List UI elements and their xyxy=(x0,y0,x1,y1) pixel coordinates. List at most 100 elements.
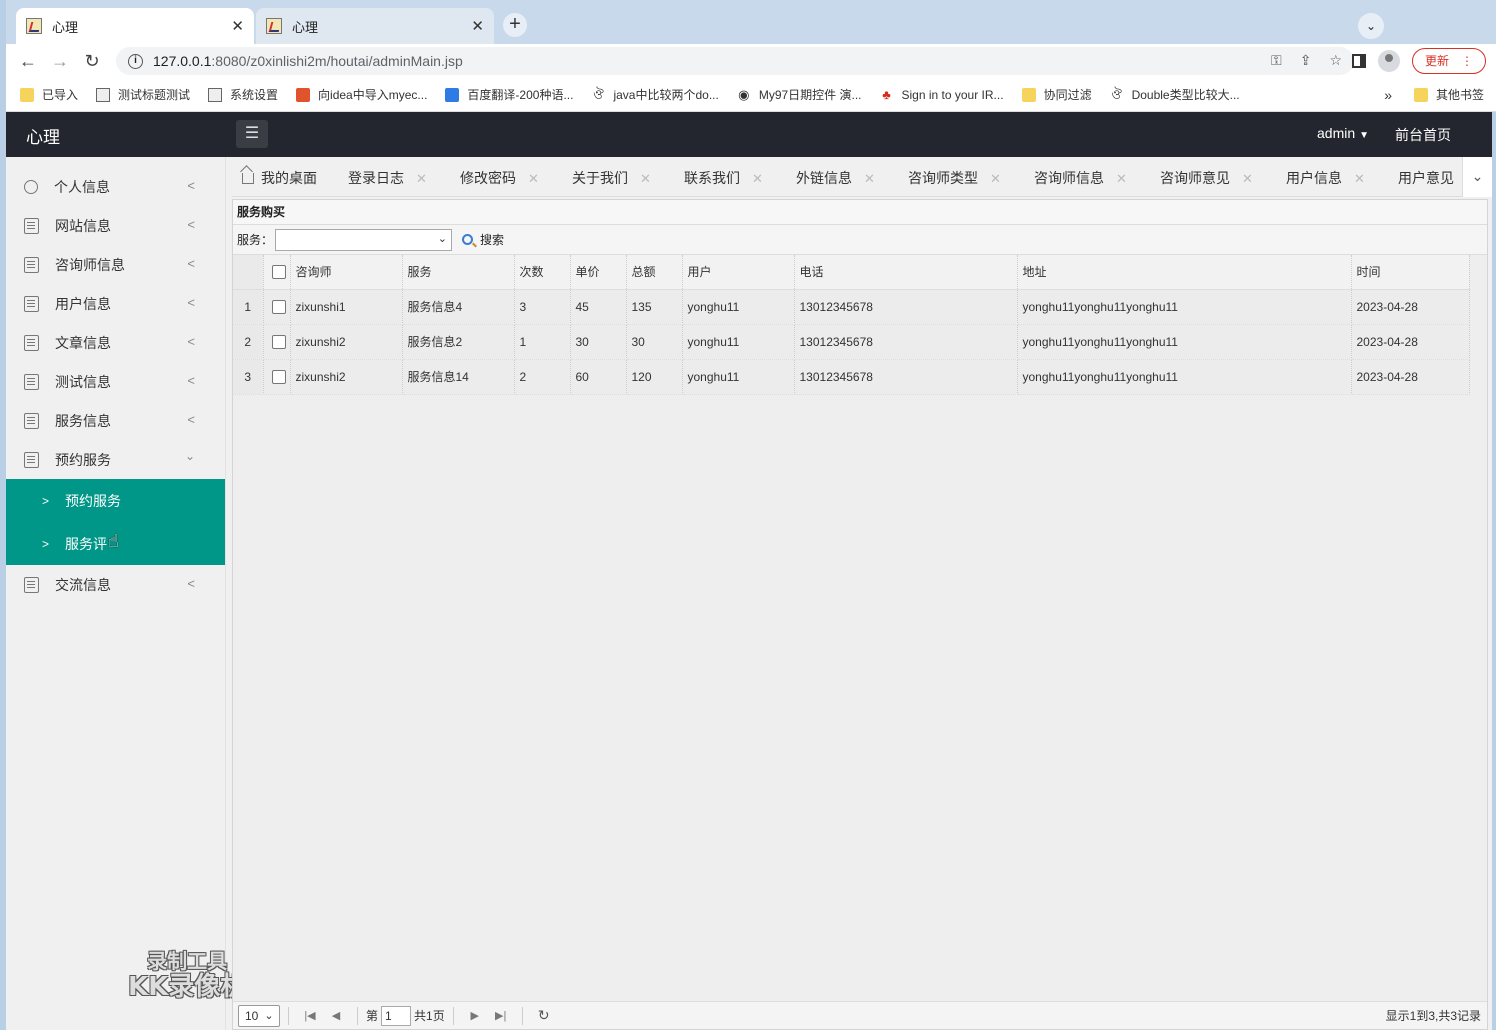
submenu-item-appointment[interactable]: > 预约服务 xyxy=(6,479,225,522)
sidebar-item-personal-info[interactable]: 个人信息 < xyxy=(6,167,225,206)
tab-external-links[interactable]: 外链信息 ✕ xyxy=(796,168,875,188)
page-icon xyxy=(208,87,223,102)
front-home-link[interactable]: 前台首页 xyxy=(1395,125,1451,145)
refresh-icon[interactable]: ↻ xyxy=(534,1007,554,1024)
close-icon[interactable]: ✕ xyxy=(231,17,244,35)
tab-counselor-type[interactable]: 咨询师类型 ✕ xyxy=(908,168,1001,188)
close-icon[interactable]: ✕ xyxy=(1116,171,1127,186)
star-icon[interactable]: ☆ xyxy=(1329,52,1342,69)
next-page-icon[interactable]: ▶ xyxy=(465,1009,485,1022)
document-icon xyxy=(24,295,39,312)
sidebar-item-exchange-info[interactable]: 交流信息 < xyxy=(6,565,225,604)
side-panel-icon[interactable] xyxy=(1351,54,1366,68)
bookmark-item[interactable]: ঔ Double类型比较大... xyxy=(1110,86,1239,103)
tab-login-log[interactable]: 登录日志 ✕ xyxy=(348,168,427,188)
menu-toggle-button[interactable]: ☰ xyxy=(236,120,268,148)
key-icon[interactable]: ⚿ xyxy=(1271,52,1282,69)
bookmark-item[interactable]: 测试标题测试 xyxy=(96,86,190,103)
share-icon[interactable]: ⇪ xyxy=(1300,52,1312,69)
tab-counselor-feedback[interactable]: 咨询师意见 ✕ xyxy=(1160,168,1253,188)
chevron-left-icon: < xyxy=(187,295,195,310)
submenu-item-label: 服务评 xyxy=(65,535,108,552)
bookmark-item[interactable]: 协同过滤 xyxy=(1021,86,1092,103)
page-number-input[interactable]: 1 xyxy=(381,1005,412,1026)
column-header[interactable]: 用户 xyxy=(682,255,795,290)
document-icon xyxy=(24,334,39,351)
tab-my-desktop[interactable]: 我的桌面 xyxy=(242,168,317,188)
sidebar-item-service-info[interactable]: 服务信息 < xyxy=(6,401,225,440)
new-tab-button[interactable]: + xyxy=(503,13,527,37)
table-row[interactable]: 2 zixunshi2 服务信息2 1 30 30 yonghu11 13012… xyxy=(233,324,1470,360)
column-header[interactable]: 咨询师 xyxy=(290,255,403,290)
bookmark-item[interactable]: ♣ Sign in to your IR... xyxy=(880,87,1003,102)
tab-user-info[interactable]: 用户信息 ✕ xyxy=(1286,168,1365,188)
service-filter-label: 服务： xyxy=(237,233,274,247)
sidebar-item-label: 用户信息 xyxy=(55,295,111,312)
reload-icon[interactable]: ↻ xyxy=(76,51,108,72)
service-select[interactable]: ⌄ xyxy=(275,228,453,251)
row-checkbox[interactable] xyxy=(271,299,286,314)
first-page-icon[interactable]: |◀ xyxy=(300,1009,320,1022)
close-icon[interactable]: ✕ xyxy=(640,171,651,186)
sidebar-item-site-info[interactable]: 网站信息 < xyxy=(6,206,225,245)
close-icon[interactable]: ✕ xyxy=(416,171,427,186)
update-button[interactable]: 更新 ⋮ xyxy=(1411,48,1486,74)
page-size-select[interactable]: 10 ⌄ xyxy=(238,1004,280,1027)
sidebar-item-counselor-info[interactable]: 咨询师信息 < xyxy=(6,245,225,284)
tab-change-password[interactable]: 修改密码 ✕ xyxy=(460,168,539,188)
column-header[interactable]: 总额 xyxy=(626,255,683,290)
column-header[interactable]: 单价 xyxy=(570,255,627,290)
other-bookmarks[interactable]: 其他书签 xyxy=(1413,86,1484,103)
close-icon[interactable]: ✕ xyxy=(1242,171,1253,186)
kebab-menu-icon[interactable]: ⋮ xyxy=(1461,54,1473,68)
bookmark-label: My97日期控件 演... xyxy=(758,88,862,102)
bookmark-item[interactable]: ◉ My97日期控件 演... xyxy=(737,86,862,103)
sidebar-item-appointment-service[interactable]: 预约服务 ⌄ xyxy=(6,440,225,479)
bookmark-item[interactable]: 已导入 xyxy=(20,86,78,103)
tab-search-button[interactable]: ⌄ xyxy=(1358,13,1384,39)
watermark-line1: 录制工具 xyxy=(147,949,228,973)
close-icon[interactable]: ✕ xyxy=(528,171,539,186)
chevron-left-icon: < xyxy=(187,412,195,427)
browser-tab-active[interactable]: 心理 ✕ xyxy=(16,8,254,44)
tab-about-us[interactable]: 关于我们 ✕ xyxy=(572,168,651,188)
tab-user-feedback[interactable]: 用户意见 xyxy=(1398,168,1454,188)
tab-counselor-info[interactable]: 咨询师信息 ✕ xyxy=(1034,168,1127,188)
column-header[interactable]: 时间 xyxy=(1351,255,1470,290)
tabs-dropdown-button[interactable]: ⌄ xyxy=(1462,157,1492,197)
bookmark-item[interactable]: 向idea中导入myec... xyxy=(296,86,427,103)
column-header[interactable]: 电话 xyxy=(794,255,1018,290)
close-icon[interactable]: ✕ xyxy=(990,171,1001,186)
forward-icon[interactable]: → xyxy=(44,51,76,72)
profile-avatar[interactable] xyxy=(1377,50,1400,72)
address-bar[interactable]: i 127.0.0.1:8080/z0xinlishi2m/houtai/adm… xyxy=(116,47,1354,75)
close-icon[interactable]: ✕ xyxy=(752,171,763,186)
close-icon[interactable]: ✕ xyxy=(1354,171,1365,186)
back-icon[interactable]: ← xyxy=(12,51,44,72)
table-row[interactable]: 1 zixunshi1 服务信息4 3 45 135 yonghu11 1301… xyxy=(233,289,1470,325)
column-header[interactable]: 地址 xyxy=(1017,255,1352,290)
bookmark-item[interactable]: ঔ java中比较两个do... xyxy=(591,86,719,103)
admin-user-menu[interactable]: admin ▼ xyxy=(1317,125,1369,141)
close-icon[interactable]: ✕ xyxy=(864,171,875,186)
close-icon[interactable]: ✕ xyxy=(471,17,484,35)
tab-contact-us[interactable]: 联系我们 ✕ xyxy=(684,168,763,188)
browser-tab[interactable]: 心理 ✕ xyxy=(256,8,494,44)
prev-page-icon[interactable]: ◀ xyxy=(326,1009,346,1022)
sidebar-item-user-info[interactable]: 用户信息 < xyxy=(6,284,225,323)
other-bookmarks-label: 其他书签 xyxy=(1435,88,1484,102)
bookmark-item[interactable]: 系统设置 xyxy=(208,86,278,103)
bookmarks-overflow-icon[interactable]: » xyxy=(1384,87,1392,103)
sidebar-item-article-info[interactable]: 文章信息 < xyxy=(6,323,225,362)
select-all-checkbox[interactable] xyxy=(271,265,286,280)
row-checkbox[interactable] xyxy=(271,369,286,384)
site-info-icon[interactable]: i xyxy=(128,53,143,69)
row-checkbox[interactable] xyxy=(271,334,286,349)
column-header[interactable]: 次数 xyxy=(514,255,571,290)
search-button[interactable]: 搜索 xyxy=(462,231,504,248)
last-page-icon[interactable]: ▶| xyxy=(491,1009,511,1022)
column-header[interactable]: 服务 xyxy=(402,255,515,290)
sidebar-item-test-info[interactable]: 测试信息 < xyxy=(6,362,225,401)
bookmark-item[interactable]: 百度翻译-200种语... xyxy=(445,86,573,103)
table-row[interactable]: 3 zixunshi2 服务信息14 2 60 120 yonghu11 130… xyxy=(233,359,1470,395)
